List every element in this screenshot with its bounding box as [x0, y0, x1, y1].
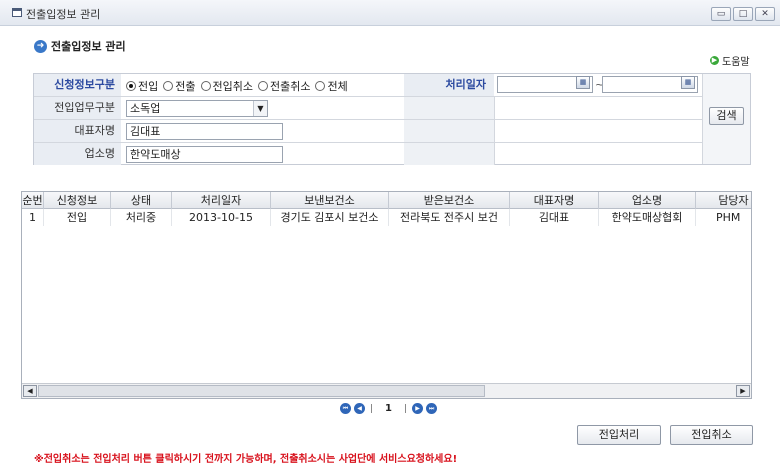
form-row-business-type: 전입업무구분 소독업 ▼: [34, 97, 702, 120]
help-link[interactable]: ▶ 도움말: [710, 53, 750, 68]
results-table: 순번 신청정보 상태 처리일자 보낸보건소 받은보건소 대표자명 업소명 담당자…: [21, 191, 752, 399]
form-row-rep-name: 대표자명 김대표: [34, 120, 702, 143]
empty-cell: [494, 97, 702, 119]
shop-name-label: 업소명: [34, 143, 121, 165]
business-type-label: 전입업무구분: [34, 97, 121, 119]
pager-separator: |: [404, 403, 408, 414]
search-form: 신청정보구분 전입 전출 전입취소 전출취소 전체 처리일자 ▦ ~ ▦ 전입업…: [33, 73, 751, 165]
table-cell: 경기도 김포시 보건소: [271, 209, 389, 226]
window-icon: [12, 8, 22, 17]
request-type-radio-group: 전입 전출 전입취소 전출취소 전체: [126, 78, 351, 94]
empty-cell: [494, 143, 702, 165]
empty-cell: [404, 97, 494, 119]
radio-button[interactable]: [257, 81, 268, 91]
column-header[interactable]: 대표자명: [510, 192, 599, 209]
form-row-request-type: 신청정보구분 전입 전출 전입취소 전출취소 전체 처리일자 ▦ ~ ▦: [34, 74, 702, 97]
radio-transfer-in-cancel[interactable]: 전입취소: [200, 78, 253, 94]
minimize-button[interactable]: ▭: [711, 7, 731, 21]
radio-all[interactable]: 전체: [315, 78, 348, 94]
search-button[interactable]: 검색: [709, 107, 744, 125]
business-type-value: 소독업: [130, 102, 161, 115]
approve-transfer-in-button[interactable]: 전입처리: [577, 425, 661, 445]
notice-text: ※전입취소는 전입처리 버튼 클릭하시기 전까지 가능하며, 전출취소시는 사업…: [34, 454, 458, 465]
scrollbar-thumb[interactable]: [38, 385, 485, 397]
table-cell: 한약도매상협회: [599, 209, 696, 226]
process-date-label: 처리일자: [404, 74, 494, 96]
business-type-select[interactable]: 소독업 ▼: [126, 100, 268, 117]
table-cell: 처리중: [111, 209, 172, 226]
radio-button[interactable]: [200, 81, 211, 91]
request-type-label: 신청정보구분: [34, 74, 121, 96]
next-page-icon[interactable]: ▶: [412, 403, 424, 414]
first-page-icon[interactable]: ⏮: [340, 403, 351, 414]
scroll-left-icon[interactable]: ◀: [23, 385, 37, 397]
title-bar: 전출입정보 관리 ▭ □ ✕: [0, 0, 780, 26]
radio-button[interactable]: [315, 81, 326, 91]
horizontal-scrollbar[interactable]: ◀ ▶: [22, 383, 751, 398]
prev-page-icon[interactable]: ◀: [354, 403, 365, 414]
rep-name-input[interactable]: 김대표: [126, 123, 283, 140]
radio-button-selected[interactable]: [126, 81, 136, 91]
radio-transfer-out-cancel[interactable]: 전출취소: [257, 78, 310, 94]
table-row[interactable]: 1 전입 처리중 2013-10-15 경기도 김포시 보건소 전라북도 전주시…: [22, 209, 751, 226]
last-page-icon[interactable]: ⏭: [426, 403, 438, 414]
page-title: 전출입정보 관리: [51, 40, 126, 53]
column-header[interactable]: 상태: [111, 192, 172, 209]
search-column: 검색: [702, 74, 750, 164]
arrow-right-icon: ➜: [34, 39, 47, 53]
window-title: 전출입정보 관리: [26, 8, 101, 21]
pagination: ⏮ ◀ | 1 | ▶ ⏭: [340, 403, 438, 414]
calendar-icon[interactable]: ▦: [681, 76, 695, 89]
empty-cell: [404, 143, 494, 165]
rep-name-label: 대표자명: [34, 120, 121, 142]
help-arrow-icon: ▶: [710, 56, 719, 65]
column-header[interactable]: 신청정보: [44, 192, 111, 209]
scroll-right-icon[interactable]: ▶: [736, 385, 750, 397]
close-button[interactable]: ✕: [755, 7, 775, 21]
page-number[interactable]: 1: [385, 403, 392, 414]
form-row-shop-name: 업소명 한약도매상: [34, 143, 702, 166]
cancel-transfer-in-button[interactable]: 전입취소: [670, 425, 753, 445]
empty-cell: [404, 120, 494, 142]
table-cell: 1: [22, 209, 44, 226]
column-header[interactable]: 보낸보건소: [271, 192, 389, 209]
maximize-button[interactable]: □: [733, 7, 753, 21]
help-label: 도움말: [722, 57, 750, 68]
column-header[interactable]: 받은보건소: [389, 192, 510, 209]
table-cell: PHM: [696, 209, 751, 226]
column-header[interactable]: 업소명: [599, 192, 696, 209]
table-cell: 전라북도 전주시 보건: [389, 209, 510, 226]
date-range: ▦ ~ ▦: [495, 74, 702, 96]
radio-button[interactable]: [163, 81, 174, 91]
table-cell: 2013-10-15: [172, 209, 271, 226]
radio-transfer-in[interactable]: 전입: [126, 78, 158, 94]
column-header[interactable]: 담당자: [696, 192, 751, 209]
column-header[interactable]: 순번: [22, 192, 44, 209]
shop-name-input[interactable]: 한약도매상: [126, 146, 283, 163]
table-cell: 김대표: [510, 209, 599, 226]
table-cell: 전입: [44, 209, 111, 226]
table-header: 순번 신청정보 상태 처리일자 보낸보건소 받은보건소 대표자명 업소명 담당자: [22, 192, 751, 209]
pager-separator: |: [370, 403, 374, 414]
calendar-icon[interactable]: ▦: [576, 76, 590, 89]
empty-cell: [494, 120, 702, 142]
page-header: ➜ 전출입정보 관리: [34, 38, 126, 54]
radio-transfer-out[interactable]: 전출: [163, 78, 196, 94]
chevron-down-icon[interactable]: ▼: [253, 101, 267, 116]
column-header[interactable]: 처리일자: [172, 192, 271, 209]
